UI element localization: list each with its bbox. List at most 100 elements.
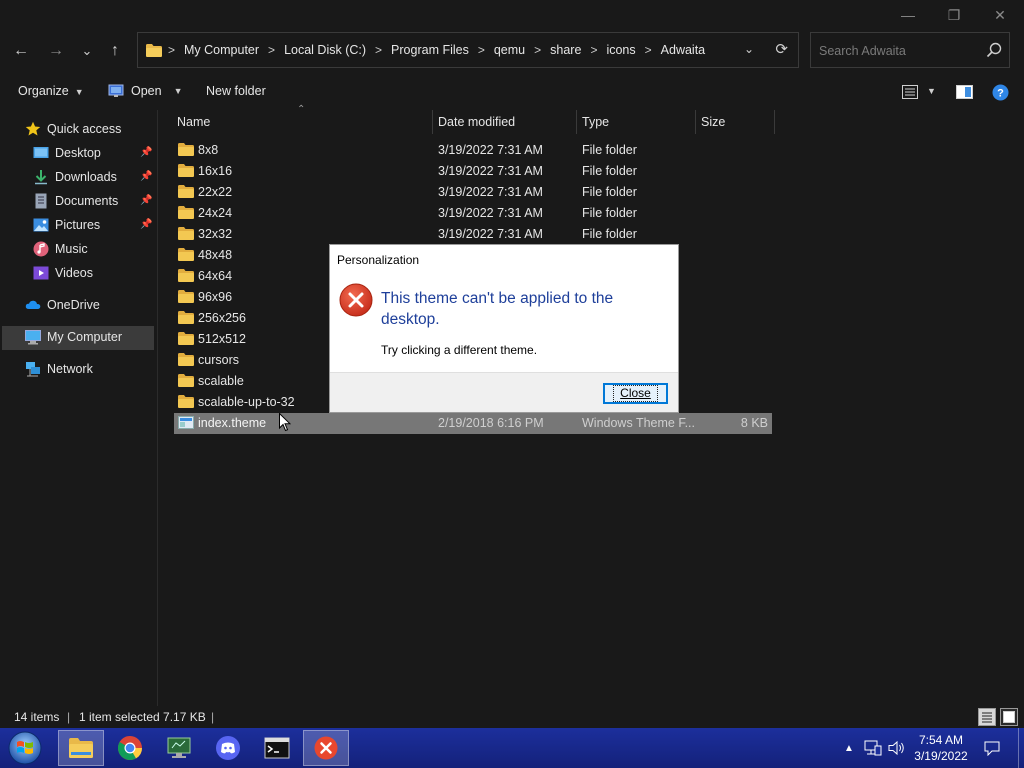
cloud-icon [25, 300, 41, 309]
maximize-button[interactable]: ❐ [931, 0, 977, 30]
item-count: 14 items [14, 710, 60, 724]
folder-icon [178, 311, 194, 324]
file-date-modified: 2/19/2018 6:16 PM [438, 416, 544, 430]
volume-icon [888, 740, 904, 756]
error-dialog: Personalization This theme can't be appl… [329, 244, 679, 413]
nav-pictures[interactable]: Pictures [33, 214, 100, 236]
file-size: 8 KB [740, 416, 768, 430]
file-type: Windows Theme F... [582, 416, 696, 430]
nav-label: Documents [55, 194, 119, 208]
address-history-dropdown[interactable]: ⌄ [744, 42, 754, 56]
show-desktop-button[interactable] [1018, 728, 1022, 768]
taskbar-personalization-error[interactable] [303, 730, 349, 766]
nav-downloads[interactable]: Downloads [33, 166, 117, 188]
breadcrumb-program-files[interactable]: Program Files [391, 43, 469, 57]
nav-label: Downloads [55, 170, 117, 184]
nav-music[interactable]: Music [33, 238, 88, 260]
file-type: File folder [582, 143, 637, 157]
table-row[interactable]: 32x32 3/19/2022 7:31 AM File folder [174, 224, 772, 245]
clock-time: 7:54 AM [918, 733, 964, 747]
close-window-button[interactable]: ✕ [977, 0, 1023, 30]
breadcrumb-separator[interactable]: > [268, 43, 275, 57]
up-button[interactable]: ↑ [102, 38, 128, 64]
taskbar-app-monitor[interactable] [156, 730, 202, 766]
taskbar-command-prompt[interactable] [254, 730, 300, 766]
file-type: File folder [582, 206, 637, 220]
taskbar-discord[interactable] [205, 730, 251, 766]
breadcrumb-adwaita[interactable]: Adwaita [661, 43, 705, 57]
breadcrumb-my-computer[interactable]: My Computer [184, 43, 259, 57]
tray-notifications[interactable] [982, 728, 1002, 768]
folder-icon [178, 206, 194, 219]
view-options-icon[interactable] [902, 85, 918, 99]
organize-button[interactable]: Organize ▼ [18, 84, 84, 98]
dialog-message: This theme can't be applied to the deskt… [381, 290, 614, 328]
monitor-app-icon [167, 737, 191, 758]
recent-locations-button[interactable]: ⌄ [74, 38, 100, 64]
breadcrumb-icons[interactable]: icons [606, 43, 635, 57]
minimize-button[interactable]: — [885, 0, 931, 30]
error-icon [314, 736, 338, 760]
preview-pane-icon[interactable] [956, 85, 973, 99]
column-header-name[interactable]: Name [171, 110, 431, 134]
table-row[interactable]: 8x8 3/19/2022 7:31 AM File folder [174, 140, 772, 161]
breadcrumb-separator[interactable]: > [590, 43, 597, 57]
nav-onedrive[interactable]: OneDrive [25, 294, 100, 316]
breadcrumb-separator[interactable]: > [478, 43, 485, 57]
nav-desktop[interactable]: Desktop [33, 142, 101, 164]
chevron-down-icon[interactable]: ▼ [927, 86, 936, 96]
breadcrumb-separator[interactable]: > [375, 43, 382, 57]
address-bar[interactable]: > My Computer > Local Disk (C:) > Progra… [137, 32, 799, 68]
refresh-button[interactable]: ⟳ [775, 40, 788, 58]
column-divider[interactable] [774, 110, 775, 134]
dialog-title: Personalization [337, 253, 420, 267]
nav-documents[interactable]: Documents [33, 190, 118, 212]
open-button[interactable]: Open ▼ [108, 84, 183, 98]
nav-my-computer[interactable]: My Computer [25, 326, 122, 348]
new-folder-button[interactable]: New folder [206, 84, 266, 98]
file-name: 256x256 [198, 311, 246, 325]
close-button[interactable]: Close [603, 383, 668, 404]
nav-network[interactable]: Network [25, 358, 93, 380]
notification-icon [984, 741, 1000, 756]
nav-quick-access[interactable]: Quick access [25, 118, 121, 140]
folder-icon [178, 227, 194, 240]
star-icon [25, 121, 41, 136]
folder-icon [178, 332, 194, 345]
nav-videos[interactable]: Videos [33, 262, 93, 284]
taskbar-chrome[interactable] [107, 730, 153, 766]
column-header-date[interactable]: Date modified [432, 110, 576, 134]
column-header-type[interactable]: Type [576, 110, 695, 134]
forward-button[interactable]: → [43, 38, 69, 64]
back-button[interactable]: ← [8, 38, 34, 64]
status-bar: 14 items | 1 item selected 7.17 KB | [0, 706, 1024, 728]
open-icon [108, 84, 124, 97]
table-row[interactable]: 22x22 3/19/2022 7:31 AM File folder [174, 182, 772, 203]
details-view-button[interactable] [978, 708, 996, 726]
table-row[interactable]: 24x24 3/19/2022 7:31 AM File folder [174, 203, 772, 224]
start-button[interactable] [3, 730, 47, 766]
table-row-selected[interactable]: index.theme 2/19/2018 6:16 PM Windows Them… [174, 413, 772, 434]
nav-label: My Computer [47, 330, 123, 344]
search-icon[interactable] [986, 42, 1002, 58]
taskbar-clock[interactable]: 7:54 AM 3/19/2022 [905, 732, 977, 764]
large-icons-view-button[interactable] [1000, 708, 1018, 726]
breadcrumb-share[interactable]: share [550, 43, 581, 57]
breadcrumb-separator[interactable]: > [645, 43, 652, 57]
breadcrumb-local-disk[interactable]: Local Disk (C:) [284, 43, 366, 57]
show-hidden-icons-button[interactable]: ▲ [842, 728, 856, 768]
discord-icon [216, 736, 240, 760]
command-bar: Organize ▼ Open ▼ New folder ▼ ? [0, 76, 1024, 108]
breadcrumb-separator[interactable]: > [534, 43, 541, 57]
breadcrumb-qemu[interactable]: qemu [494, 43, 525, 57]
help-icon[interactable]: ? [992, 84, 1009, 101]
folder-icon [69, 738, 93, 758]
network-status-icon [864, 740, 882, 756]
table-row[interactable]: 16x16 3/19/2022 7:31 AM File folder [174, 161, 772, 182]
search-input[interactable]: Search Adwaita [810, 32, 1010, 68]
tray-network[interactable] [862, 728, 884, 768]
column-header-size[interactable]: Size [695, 110, 774, 134]
folder-icon [178, 164, 194, 177]
taskbar-file-explorer[interactable] [58, 730, 104, 766]
file-type: File folder [582, 227, 637, 241]
